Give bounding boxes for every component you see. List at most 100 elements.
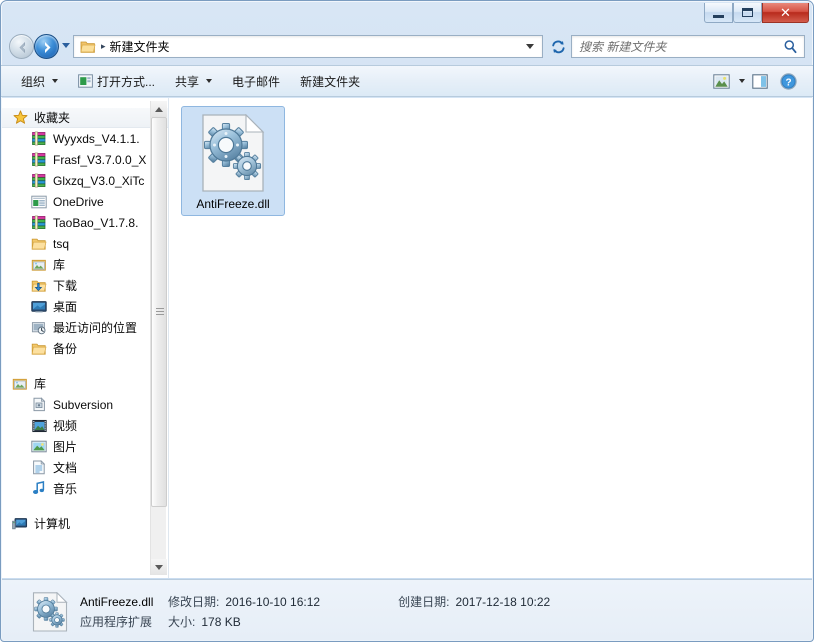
chevron-down-icon bbox=[155, 564, 163, 570]
change-view-button[interactable] bbox=[708, 69, 734, 93]
details-size-value: 178 KB bbox=[201, 615, 241, 629]
forward-button[interactable] bbox=[34, 34, 59, 59]
refresh-icon bbox=[551, 40, 565, 53]
computer-icon bbox=[12, 516, 28, 532]
archive-icon bbox=[31, 173, 47, 189]
share-button[interactable]: 共享 bbox=[165, 69, 222, 93]
sidebar-section-favorites[interactable]: 收藏夹 bbox=[2, 107, 168, 128]
sidebar-item-documents[interactable]: 文档 bbox=[2, 457, 168, 478]
refresh-button[interactable] bbox=[547, 36, 569, 57]
maximize-button[interactable] bbox=[733, 3, 762, 23]
sidebar-item-label: 库 bbox=[53, 258, 66, 272]
recent-pages-dropdown[interactable] bbox=[62, 43, 70, 48]
email-button[interactable]: 电子邮件 bbox=[222, 69, 290, 93]
sidebar-section-label: 库 bbox=[34, 377, 47, 391]
explorer-window: ✕ ▸ 新建文件夹 搜索 新建文件夹 组织 打开方式... 共享 电子邮件 新建… bbox=[0, 0, 814, 642]
explorer-body: 收藏夹 Wyyxds_V4.1.1. Frasf_V3.7.0.0_X Glxz… bbox=[2, 98, 812, 578]
sidebar-section-computer[interactable]: 计算机 bbox=[2, 513, 168, 534]
address-bar-row: ▸ 新建文件夹 搜索 新建文件夹 bbox=[1, 31, 813, 63]
archive-icon bbox=[31, 215, 47, 231]
subversion-icon bbox=[31, 397, 47, 413]
sidebar-item-glxzq[interactable]: Glxzq_V3.0_XiTc bbox=[2, 170, 168, 191]
sidebar-item-taobao[interactable]: TaoBao_V1.7.8. bbox=[2, 212, 168, 233]
details-row-primary: AntiFreeze.dll 修改日期: 2016-10-10 16:12 创建… bbox=[80, 593, 550, 610]
sidebar-item-backup[interactable]: 备份 bbox=[2, 338, 168, 359]
share-label: 共享 bbox=[175, 74, 200, 89]
chevron-up-icon bbox=[155, 106, 163, 112]
preview-pane-button[interactable] bbox=[747, 69, 773, 93]
navigation-pane-scrollbar[interactable] bbox=[150, 101, 167, 575]
search-box[interactable]: 搜索 新建文件夹 bbox=[571, 35, 805, 58]
breadcrumb-current[interactable]: 新建文件夹 bbox=[110, 38, 170, 55]
details-modified-label: 修改日期: bbox=[168, 595, 220, 609]
email-label: 电子邮件 bbox=[232, 74, 281, 89]
sidebar-item-frasf[interactable]: Frasf_V3.7.0.0_X bbox=[2, 149, 168, 170]
view-icon bbox=[712, 73, 730, 89]
chevron-down-icon bbox=[52, 79, 59, 83]
folder-icon bbox=[80, 41, 96, 53]
file-list-pane[interactable]: AntiFreeze.dll bbox=[169, 98, 812, 578]
svg-text:?: ? bbox=[785, 77, 791, 88]
chevron-down-icon[interactable] bbox=[526, 44, 534, 49]
sidebar-item-desktop[interactable]: 桌面 bbox=[2, 296, 168, 317]
help-button[interactable]: ? bbox=[775, 69, 801, 93]
sidebar-item-onedrive[interactable]: OneDrive bbox=[2, 191, 168, 212]
folder-icon bbox=[31, 236, 47, 252]
scrollbar-grip bbox=[156, 308, 164, 316]
search-input[interactable]: 搜索 新建文件夹 bbox=[579, 38, 666, 55]
details-file-type: 应用程序扩展 bbox=[80, 615, 153, 629]
sidebar-item-label: 图片 bbox=[53, 440, 78, 454]
sidebar-item-label: Wyyxds_V4.1.1. bbox=[53, 131, 140, 146]
dll-gears-icon bbox=[202, 114, 265, 192]
folder-icon bbox=[31, 341, 47, 357]
scrollbar-thumb[interactable] bbox=[151, 117, 167, 507]
organize-button[interactable]: 组织 bbox=[11, 69, 68, 93]
close-button[interactable]: ✕ bbox=[762, 3, 809, 23]
scroll-down-button[interactable] bbox=[151, 559, 167, 575]
archive-icon bbox=[31, 152, 47, 168]
sidebar-item-tsq[interactable]: tsq bbox=[2, 233, 168, 254]
maximize-icon bbox=[742, 8, 753, 17]
open-with-icon bbox=[78, 74, 93, 88]
file-item-antifreeze-dll[interactable]: AntiFreeze.dll bbox=[181, 106, 285, 216]
sidebar-section-libraries[interactable]: 库 bbox=[2, 373, 168, 394]
sidebar-item-music[interactable]: 音乐 bbox=[2, 478, 168, 499]
sidebar-item-pictures[interactable]: 图片 bbox=[2, 436, 168, 457]
sidebar-item-label: OneDrive bbox=[53, 194, 104, 209]
sidebar-item-label: tsq bbox=[53, 236, 70, 251]
sidebar-item-library-fav[interactable]: 库 bbox=[2, 254, 168, 275]
new-folder-button[interactable]: 新建文件夹 bbox=[290, 69, 370, 93]
details-row-secondary: 应用程序扩展 大小: 178 KB bbox=[80, 613, 241, 630]
sidebar-item-wyyxds[interactable]: Wyyxds_V4.1.1. bbox=[2, 128, 168, 149]
view-dropdown-caret[interactable] bbox=[739, 79, 745, 83]
details-created-value: 2017-12-18 10:22 bbox=[455, 595, 551, 609]
scroll-up-button[interactable] bbox=[151, 101, 167, 117]
documents-icon bbox=[31, 460, 47, 476]
desktop-icon bbox=[31, 299, 47, 315]
navigation-pane[interactable]: 收藏夹 Wyyxds_V4.1.1. Frasf_V3.7.0.0_X Glxz… bbox=[2, 98, 169, 578]
sidebar-item-downloads[interactable]: 下载 bbox=[2, 275, 168, 296]
address-bar[interactable]: ▸ 新建文件夹 bbox=[73, 35, 543, 58]
open-with-button[interactable]: 打开方式... bbox=[68, 69, 165, 93]
search-icon[interactable] bbox=[783, 39, 798, 54]
help-icon: ? bbox=[779, 72, 797, 90]
sidebar-item-label: 文档 bbox=[53, 461, 78, 475]
title-bar: ✕ bbox=[1, 1, 813, 29]
sidebar-item-videos[interactable]: 视频 bbox=[2, 415, 168, 436]
details-file-name: AntiFreeze.dll bbox=[80, 595, 154, 609]
breadcrumb-separator: ▸ bbox=[101, 41, 106, 51]
open-with-label: 打开方式... bbox=[97, 74, 156, 89]
minimize-button[interactable] bbox=[704, 3, 733, 23]
sidebar-item-label: 音乐 bbox=[53, 482, 78, 496]
sidebar-item-recent-places[interactable]: 最近访问的位置 bbox=[2, 317, 168, 338]
close-icon: ✕ bbox=[780, 4, 791, 20]
sidebar-item-label: 视频 bbox=[53, 419, 78, 433]
details-modified-value: 2016-10-10 16:12 bbox=[225, 595, 321, 609]
window-controls: ✕ bbox=[704, 3, 809, 25]
sidebar-item-subversion[interactable]: Subversion bbox=[2, 394, 168, 415]
back-button[interactable] bbox=[9, 34, 34, 59]
recent-icon bbox=[31, 320, 47, 336]
details-pane: AntiFreeze.dll 修改日期: 2016-10-10 16:12 创建… bbox=[2, 579, 812, 640]
